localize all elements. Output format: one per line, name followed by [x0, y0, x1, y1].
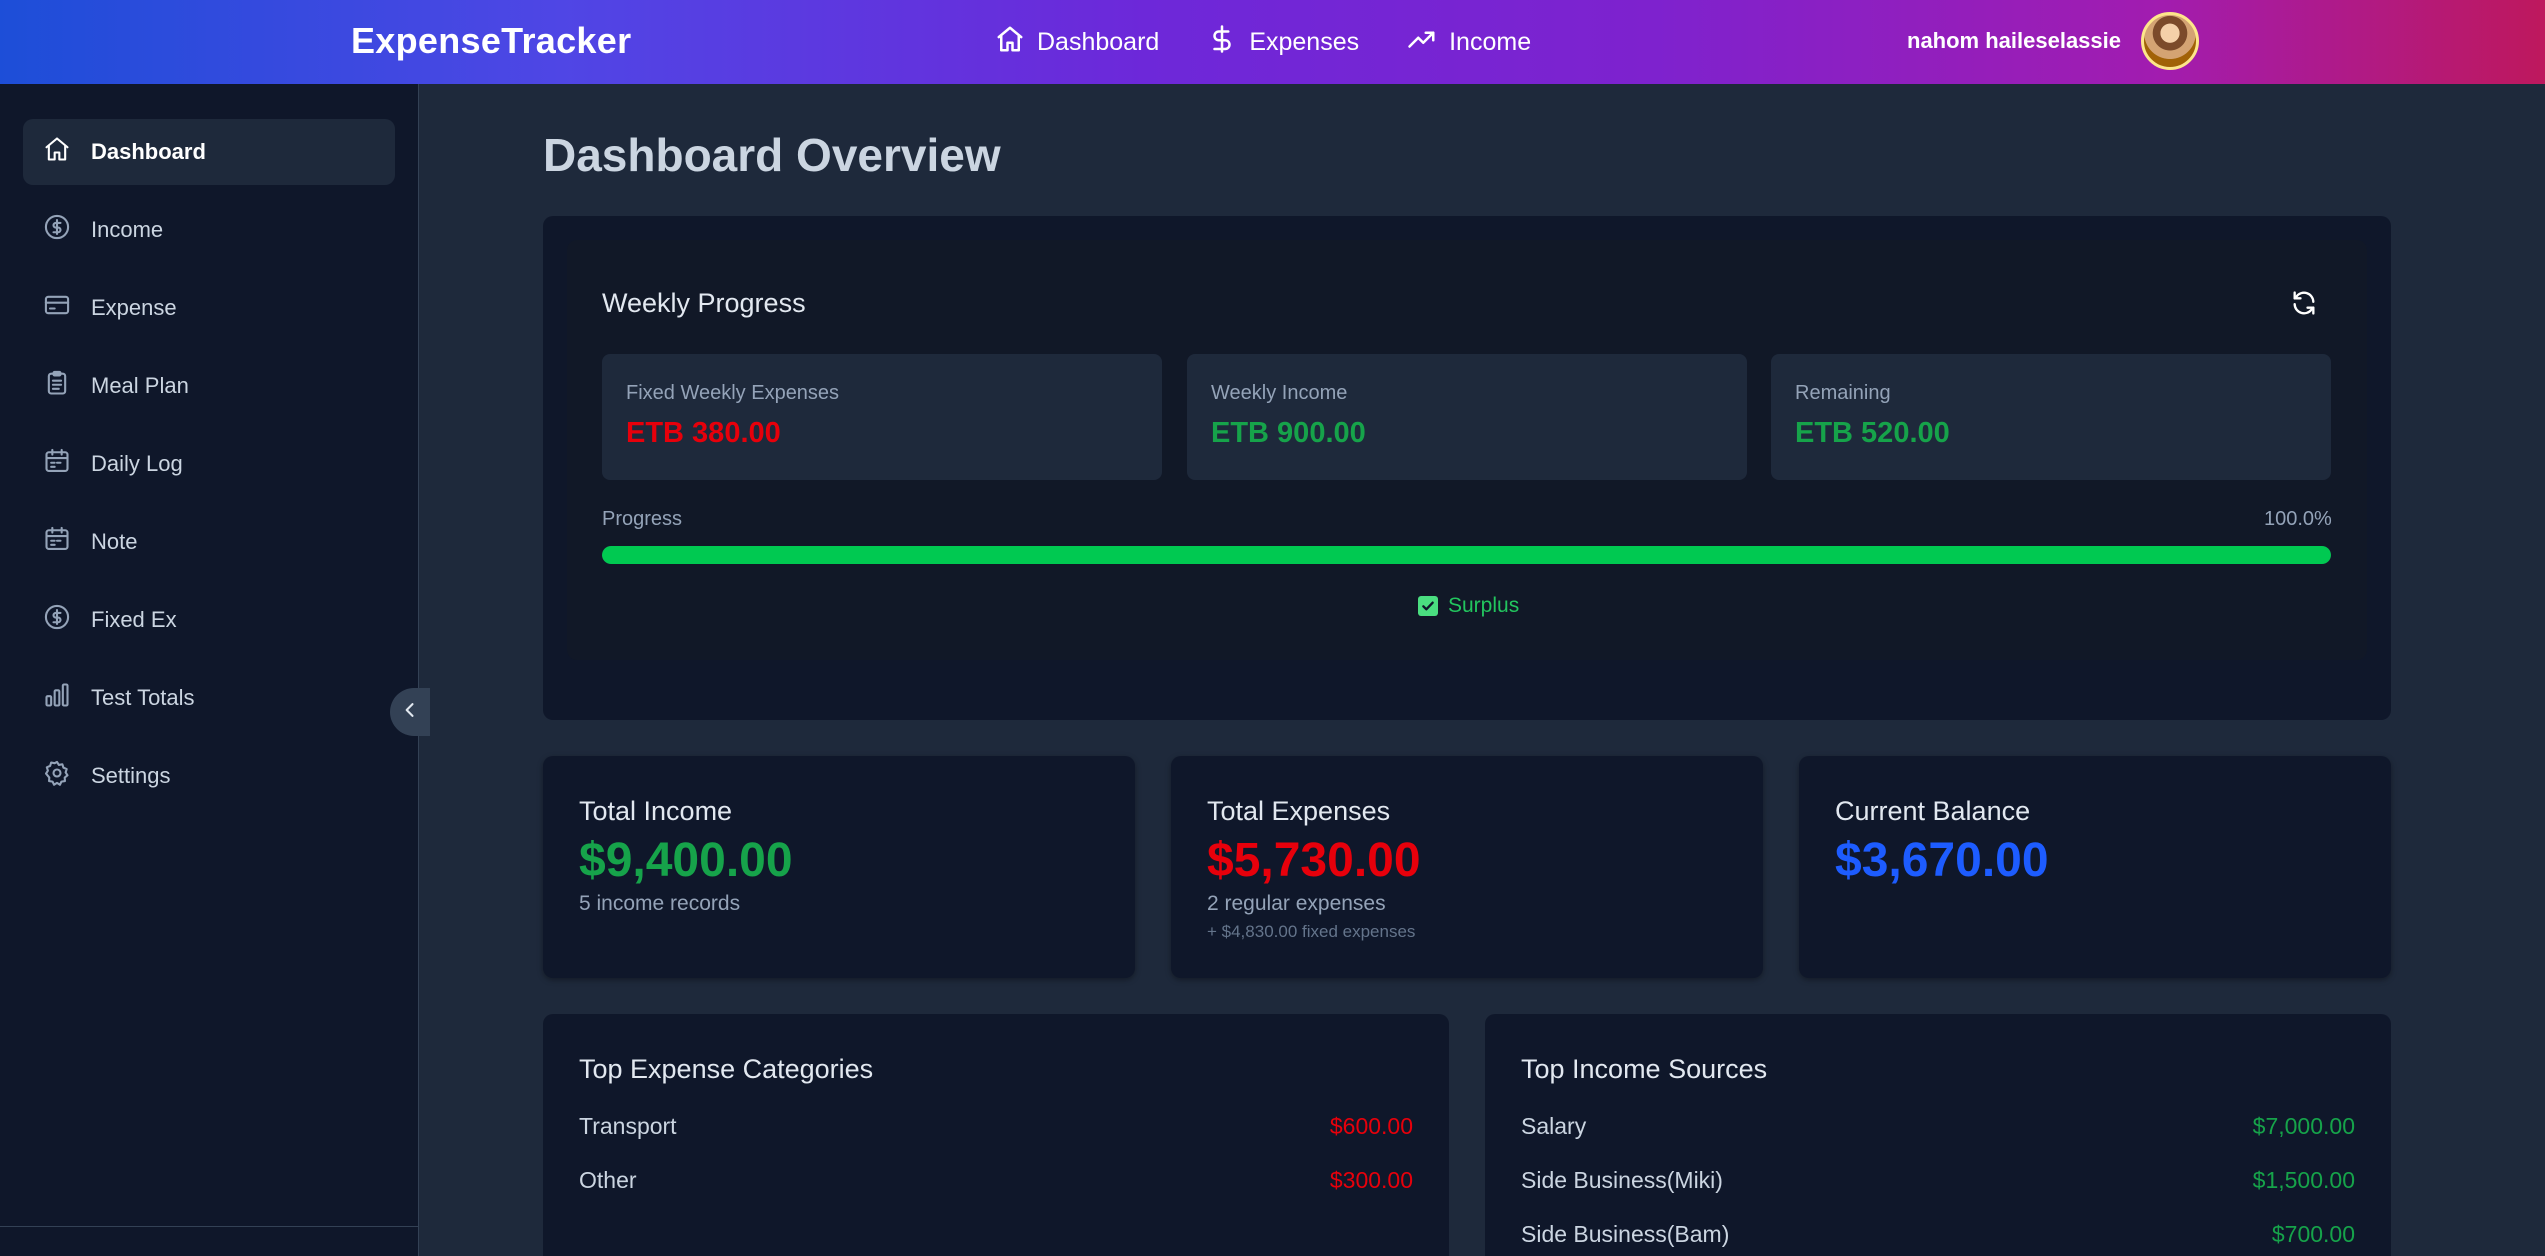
top-expense-categories-card: Top Expense Categories Transport $600.00… — [543, 1014, 1449, 1256]
source-amount: $700.00 — [2271, 1221, 2355, 1247]
total-expenses-card: Total Expenses $5,730.00 2 regular expen… — [1171, 756, 1763, 978]
source-name: Side Business(Bam) — [1521, 1221, 1730, 1247]
sidebar-divider — [0, 1226, 419, 1227]
stat-label: Weekly Income — [1211, 382, 1348, 404]
topnav-dashboard-label: Dashboard — [1037, 27, 1160, 56]
list-item: Side Business(Miki) $1,500.00 — [1521, 1167, 2355, 1221]
total-income-card: Total Income $9,400.00 5 income records — [543, 756, 1135, 978]
card-value: $9,400.00 — [579, 834, 793, 887]
sidebar-item-label: Income — [91, 217, 164, 242]
card-title: Total Expenses — [1207, 796, 1391, 826]
calendar-icon — [43, 525, 71, 559]
sidebar-item-label: Settings — [91, 763, 171, 788]
category-amount: $600.00 — [1329, 1113, 1413, 1139]
top-navbar: ExpenseTracker Dashboard Expenses Income… — [0, 0, 2545, 84]
source-amount: $7,000.00 — [2252, 1113, 2355, 1139]
source-amount: $1,500.00 — [2252, 1167, 2355, 1193]
remaining-box: Remaining ETB 520.00 — [1771, 354, 2331, 480]
category-name: Other — [579, 1167, 637, 1193]
topnav-dashboard-link[interactable]: Dashboard — [995, 24, 1159, 61]
page-title: Dashboard Overview — [543, 129, 1001, 181]
sidebar-collapse-button[interactable] — [390, 688, 430, 736]
surplus-status: Surplus — [1418, 594, 1519, 618]
sidebar-item-meal-plan[interactable]: Meal Plan — [23, 353, 395, 419]
sidebar-item-label: Expense — [91, 295, 177, 320]
sidebar: Dashboard Income Expense Meal Plan Daily… — [0, 84, 419, 1256]
trending-up-icon — [1407, 24, 1437, 61]
bar-chart-icon — [43, 681, 71, 715]
sidebar-item-fixed-ex[interactable]: Fixed Ex — [23, 587, 395, 653]
sidebar-item-expense[interactable]: Expense — [23, 275, 395, 341]
source-name: Salary — [1521, 1113, 1587, 1139]
stat-value: ETB 900.00 — [1211, 417, 1366, 449]
current-balance-card: Current Balance $3,670.00 — [1799, 756, 2391, 978]
user-menu[interactable]: nahom haileselassie — [1907, 12, 2199, 70]
home-icon — [995, 24, 1025, 61]
gear-icon — [43, 759, 71, 793]
topnav-expenses-link[interactable]: Expenses — [1207, 24, 1359, 61]
sidebar-item-label: Meal Plan — [91, 373, 189, 398]
surplus-label: Surplus — [1448, 594, 1520, 617]
category-amount: $300.00 — [1329, 1167, 1413, 1193]
list-item: Other $300.00 — [579, 1167, 1413, 1221]
card-subtitle: 5 income records — [579, 892, 741, 915]
card-title: Top Income Sources — [1521, 1054, 1768, 1084]
list-item: Transport $600.00 — [579, 1113, 1413, 1167]
weekly-progress-title: Weekly Progress — [602, 288, 806, 318]
top-nav-links: Dashboard Expenses Income — [995, 0, 1531, 84]
topnav-income-label: Income — [1449, 27, 1532, 56]
stat-value: ETB 380.00 — [626, 417, 781, 449]
credit-card-icon — [43, 291, 71, 325]
stat-value: ETB 520.00 — [1795, 417, 1950, 449]
brand-logo[interactable]: ExpenseTracker — [351, 20, 631, 62]
check-icon — [1418, 596, 1438, 616]
sidebar-item-daily-log[interactable]: Daily Log — [23, 431, 395, 497]
card-title: Top Expense Categories — [579, 1054, 874, 1084]
progress-bar — [602, 546, 2331, 564]
sidebar-item-label: Dashboard — [91, 139, 206, 164]
fixed-weekly-expenses-box: Fixed Weekly Expenses ETB 380.00 — [602, 354, 1162, 480]
calendar-icon — [43, 447, 71, 481]
user-name: nahom haileselassie — [1907, 28, 2121, 53]
stat-label: Fixed Weekly Expenses — [626, 382, 840, 404]
progress-bar-fill — [602, 546, 2331, 564]
list-item: Salary $7,000.00 — [1521, 1113, 2355, 1167]
sidebar-item-income[interactable]: Income — [23, 197, 395, 263]
sidebar-item-label: Test Totals — [91, 685, 195, 710]
card-note: + $4,830.00 fixed expenses — [1207, 922, 1416, 941]
home-icon — [43, 135, 71, 169]
avatar[interactable] — [2141, 12, 2199, 70]
sidebar-item-label: Note — [91, 529, 138, 554]
card-title: Total Income — [579, 796, 733, 826]
source-name: Side Business(Miki) — [1521, 1167, 1723, 1193]
sidebar-item-settings[interactable]: Settings — [23, 743, 395, 809]
dollar-circle-icon — [43, 213, 71, 247]
sidebar-item-label: Fixed Ex — [91, 607, 177, 632]
dollar-icon — [1207, 24, 1237, 61]
topnav-income-link[interactable]: Income — [1407, 24, 1531, 61]
category-name: Transport — [579, 1113, 677, 1139]
chevron-left-icon — [400, 700, 420, 725]
sidebar-item-dashboard[interactable]: Dashboard — [23, 119, 395, 185]
clipboard-list-icon — [43, 369, 71, 403]
card-value: $5,730.00 — [1207, 834, 1421, 887]
sidebar-item-label: Daily Log — [91, 451, 183, 476]
sidebar-item-note[interactable]: Note — [23, 509, 395, 575]
card-subtitle: 2 regular expenses — [1207, 892, 1386, 915]
sidebar-item-test-totals[interactable]: Test Totals — [23, 665, 395, 731]
dollar-circle-icon — [43, 603, 71, 637]
top-income-sources-card: Top Income Sources Salary $7,000.00 Side… — [1485, 1014, 2391, 1256]
progress-label: Progress — [602, 508, 683, 530]
card-value: $3,670.00 — [1835, 834, 2049, 887]
list-item: Side Business(Bam) $700.00 — [1521, 1221, 2355, 1256]
progress-percent: 100.0% — [2264, 508, 2332, 530]
weekly-income-box: Weekly Income ETB 900.00 — [1187, 354, 1747, 480]
card-title: Current Balance — [1835, 796, 2031, 826]
stat-label: Remaining — [1795, 382, 1891, 404]
topnav-expenses-label: Expenses — [1249, 27, 1360, 56]
refresh-icon[interactable] — [2290, 289, 2318, 317]
